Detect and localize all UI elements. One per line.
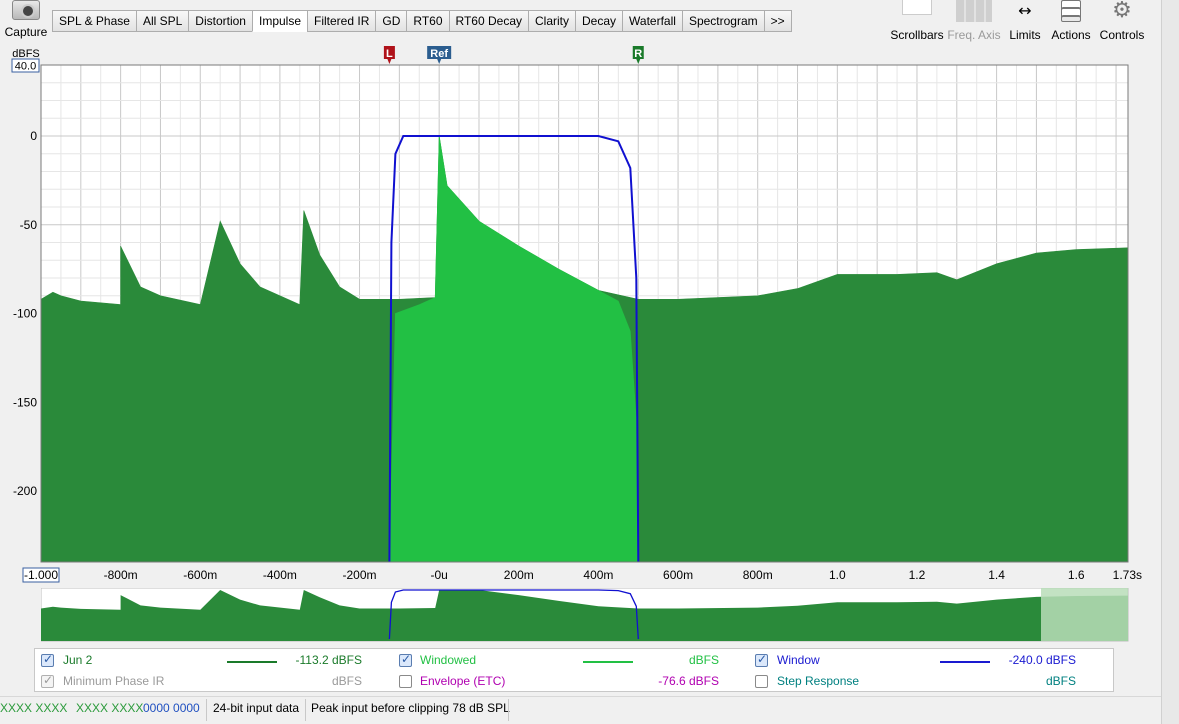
x-max-label: 1.73s bbox=[1113, 568, 1142, 582]
marker-l[interactable]: L bbox=[383, 46, 395, 64]
legend-label: Window bbox=[777, 653, 820, 667]
x-tick-label: 400m bbox=[583, 568, 613, 582]
legend-label: Step Response bbox=[777, 674, 860, 688]
y-tick-label: 0 bbox=[30, 129, 37, 143]
y-max-value: 40.0 bbox=[15, 61, 36, 73]
controls-label: Controls bbox=[1099, 28, 1145, 42]
legend-swatch bbox=[227, 661, 277, 663]
tab-rt60[interactable]: RT60 bbox=[406, 10, 450, 32]
marker-label: R bbox=[634, 48, 642, 60]
y-tick-label: -200 bbox=[13, 484, 37, 498]
legend-swatch bbox=[940, 661, 990, 663]
scrollbars-label: Scrollbars bbox=[890, 28, 944, 42]
peak-input-text: Peak input before clipping 78 dB SPL bbox=[311, 701, 510, 715]
y-tick-label: -100 bbox=[13, 307, 37, 321]
overview-viewport-highlight[interactable] bbox=[1041, 588, 1128, 641]
x-tick-label: 1.0 bbox=[829, 568, 846, 582]
x-tick-label: -200m bbox=[343, 568, 377, 582]
legend-value: dBFS bbox=[688, 653, 719, 667]
x-tick-label: 200m bbox=[504, 568, 534, 582]
limits-label: Limits bbox=[1009, 28, 1041, 42]
legend-value: -113.2 dBFS bbox=[295, 653, 362, 667]
x-tick-label: 1.6 bbox=[1068, 568, 1085, 582]
input-meter-right: XXXX XXXX bbox=[76, 701, 144, 715]
y-tick-label: -150 bbox=[13, 395, 37, 409]
input-meter-blue: 0000 0000 bbox=[143, 701, 200, 715]
marker-label: L bbox=[386, 48, 393, 60]
tab-gd[interactable]: GD bbox=[375, 10, 408, 32]
capture-label: Capture bbox=[4, 25, 48, 39]
controls-button[interactable]: ⚙ Controls bbox=[1097, 0, 1147, 42]
tab-waterfall[interactable]: Waterfall bbox=[622, 10, 683, 32]
tab-rt60-decay[interactable]: RT60 Decay bbox=[448, 10, 529, 32]
tab-filtered-ir[interactable]: Filtered IR bbox=[307, 10, 377, 32]
marker-label: Ref bbox=[430, 48, 448, 60]
limits-arrows-icon: ↔ bbox=[1018, 1, 1032, 20]
legend-value: dBFS bbox=[331, 674, 362, 688]
status-bar: XXXX XXXX XXXX XXXX 0000 0000 24-bit inp… bbox=[0, 696, 1179, 724]
camera-icon bbox=[12, 0, 40, 20]
scrollbars-icon bbox=[902, 0, 932, 15]
legend-checkbox-windowed[interactable] bbox=[399, 652, 412, 667]
legend-checkbox-minimum-phase-ir[interactable] bbox=[41, 673, 54, 688]
freq-axis-label: Freq. Axis bbox=[947, 28, 1001, 42]
x-tick-label: 600m bbox=[663, 568, 693, 582]
legend-checkbox-window[interactable] bbox=[755, 652, 768, 667]
legend-checkbox-envelope-etc[interactable] bbox=[399, 675, 412, 688]
legend-label: Envelope (ETC) bbox=[420, 674, 506, 688]
input-bits-text: 24-bit input data bbox=[213, 701, 300, 715]
marker-ref[interactable]: Ref bbox=[427, 46, 452, 64]
y-axis-label: dBFS bbox=[12, 48, 40, 60]
right-scroll-strip[interactable] bbox=[1161, 0, 1179, 724]
legend-checkbox-step-response[interactable] bbox=[755, 675, 768, 688]
legend-label: Minimum Phase IR bbox=[63, 674, 165, 688]
x-tick-label: 1.4 bbox=[988, 568, 1005, 582]
scrollbars-button[interactable]: Scrollbars bbox=[887, 0, 947, 42]
x-tick-label: 800m bbox=[743, 568, 773, 582]
overview-strip[interactable] bbox=[41, 588, 1129, 642]
freq-axis-icon bbox=[956, 0, 992, 22]
legend-label: Jun 2 bbox=[63, 653, 93, 667]
legend-panel: Jun 2 -113.2 dBFS Windowed dBFS Window -240.0… bbox=[34, 648, 1114, 692]
actions-icon bbox=[1061, 0, 1081, 22]
legend-value: dBFS bbox=[1045, 674, 1076, 688]
tab-spectrogram[interactable]: Spectrogram bbox=[681, 10, 765, 32]
x-tick-label: -0u bbox=[430, 568, 447, 582]
freq-axis-button[interactable]: Freq. Axis bbox=[946, 0, 1002, 42]
tab-decay[interactable]: Decay bbox=[575, 10, 624, 32]
x-tick-label: -600m bbox=[183, 568, 217, 582]
x-min-value: -1.000 bbox=[24, 568, 58, 582]
actions-button[interactable]: Actions bbox=[1048, 0, 1094, 42]
graph-tabs: SPL & Phase All SPL Distortion Impulse Filte… bbox=[52, 10, 792, 32]
limits-button[interactable]: ↔ Limits bbox=[1004, 0, 1046, 42]
tab-spl-phase[interactable]: SPL & Phase bbox=[52, 10, 137, 32]
legend-swatch bbox=[583, 661, 633, 663]
marker-r[interactable]: R bbox=[632, 46, 644, 64]
x-tick-label: -400m bbox=[263, 568, 297, 582]
tab-clarity[interactable]: Clarity bbox=[528, 10, 577, 32]
legend-checkbox-jun-2[interactable] bbox=[41, 652, 54, 667]
impulse-plot[interactable]: 0 -50 -100 -150 -200 dBFS40.0 -800m -600m -400m -… bbox=[0, 44, 1160, 590]
y-tick-label: -50 bbox=[20, 218, 38, 232]
gear-icon: ⚙ bbox=[1112, 0, 1132, 23]
legend-value: -76.6 dBFS bbox=[658, 674, 719, 688]
input-meter-left: XXXX XXXX bbox=[0, 701, 68, 715]
tab-more-button[interactable]: >> bbox=[763, 10, 792, 32]
tab-impulse[interactable]: Impulse bbox=[251, 10, 309, 32]
tab-distortion[interactable]: Distortion bbox=[188, 10, 253, 32]
capture-button[interactable]: Capture bbox=[0, 0, 52, 44]
tab-all-spl[interactable]: All SPL bbox=[135, 10, 190, 32]
x-tick-label: -800m bbox=[104, 568, 138, 582]
legend-label: Windowed bbox=[420, 653, 477, 667]
legend-value: -240.0 dBFS bbox=[1008, 653, 1076, 667]
x-tick-label: 1.2 bbox=[909, 568, 926, 582]
actions-label: Actions bbox=[1051, 28, 1091, 42]
